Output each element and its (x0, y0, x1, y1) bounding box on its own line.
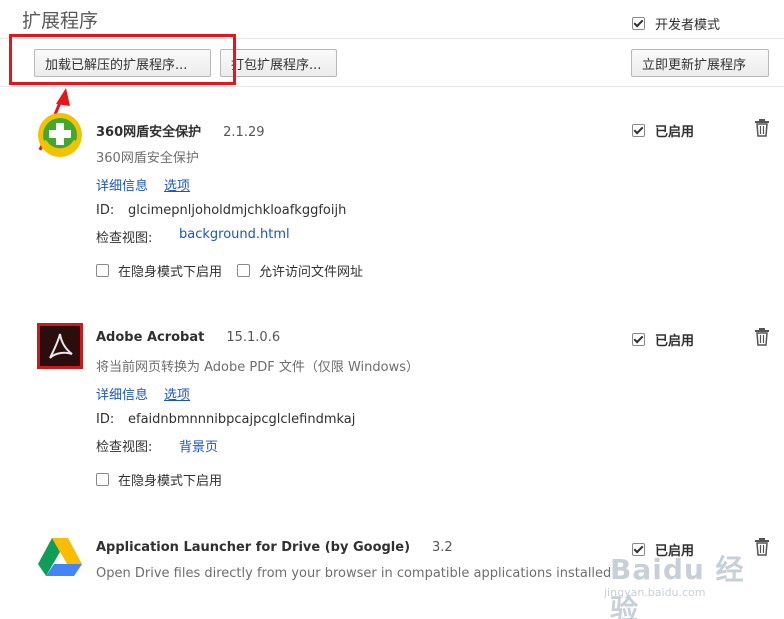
enabled-toggle[interactable]: 已启用 (632, 540, 694, 559)
id-label: ID: (96, 203, 115, 218)
details-link[interactable]: 详细信息 (96, 175, 148, 194)
update-extensions-button[interactable]: 立即更新扩展程序 (631, 49, 769, 77)
enabled-toggle[interactable]: 已启用 (632, 330, 694, 349)
options-link[interactable]: 选项 (164, 384, 190, 403)
extension-name: Application Launcher for Drive (by Googl… (96, 540, 411, 555)
divider (0, 38, 784, 39)
developer-mode-toggle[interactable]: 开发者模式 (632, 14, 720, 33)
developer-mode-label: 开发者模式 (655, 18, 721, 33)
incognito-checkbox[interactable] (96, 473, 109, 486)
enabled-toggle[interactable]: 已启用 (632, 121, 694, 140)
adobe-acrobat-icon (37, 323, 83, 369)
extension-description: 360网盾安全保护 (96, 151, 199, 166)
incognito-label: 在隐身模式下启用 (118, 474, 223, 489)
360-shield-icon (38, 113, 82, 157)
file-access-checkbox[interactable] (237, 264, 251, 277)
trash-icon[interactable] (754, 119, 770, 137)
options-link[interactable]: 选项 (164, 175, 190, 194)
incognito-label: 在隐身模式下启用 (118, 265, 223, 280)
enabled-checkbox[interactable] (632, 333, 645, 346)
extension-description: Open Drive files directly from your brow… (96, 566, 616, 581)
inspect-view-link[interactable]: 背景页 (179, 436, 218, 455)
enabled-label: 已启用 (655, 544, 695, 559)
enabled-label: 已启用 (655, 125, 695, 140)
extension-version: 2.1.29 (223, 125, 265, 140)
load-unpacked-button[interactable]: 加载已解压的扩展程序... (34, 49, 211, 77)
enabled-label: 已启用 (655, 334, 695, 349)
inspect-view-link[interactable]: background.html (179, 227, 290, 246)
google-drive-icon (38, 538, 82, 576)
inspect-views-label: 检查视图: (96, 231, 153, 246)
incognito-checkbox[interactable] (96, 264, 109, 277)
developer-mode-checkbox[interactable] (632, 17, 645, 30)
extension-name: Adobe Acrobat (96, 330, 205, 345)
inspect-views-label: 检查视图: (96, 440, 153, 455)
extension-id: efaidnbmnnnibpcajpcglclefindmkaj (128, 412, 356, 427)
trash-icon[interactable] (754, 538, 770, 556)
extension-description: 将当前网页转换为 Adobe PDF 文件（仅限 Windows） (96, 360, 420, 375)
extension-version: 3.2 (432, 540, 453, 555)
enabled-checkbox[interactable] (632, 543, 645, 556)
details-link[interactable]: 详细信息 (96, 384, 148, 403)
id-label: ID: (96, 412, 115, 427)
divider (0, 86, 784, 87)
extension-id: glcimepnljoholdmjchkloafkggfoijh (128, 203, 347, 218)
enabled-checkbox[interactable] (632, 124, 645, 137)
pack-extension-button[interactable]: 打包扩展程序... (220, 49, 337, 77)
file-access-label: 允许访问文件网址 (259, 265, 364, 280)
extension-name: 360网盾安全保护 (96, 125, 202, 140)
watermark-subtext: jingyan.baidu.com (604, 586, 706, 599)
page-title: 扩展程序 (22, 10, 99, 32)
trash-icon[interactable] (754, 328, 770, 346)
extension-version: 15.1.0.6 (226, 330, 281, 345)
